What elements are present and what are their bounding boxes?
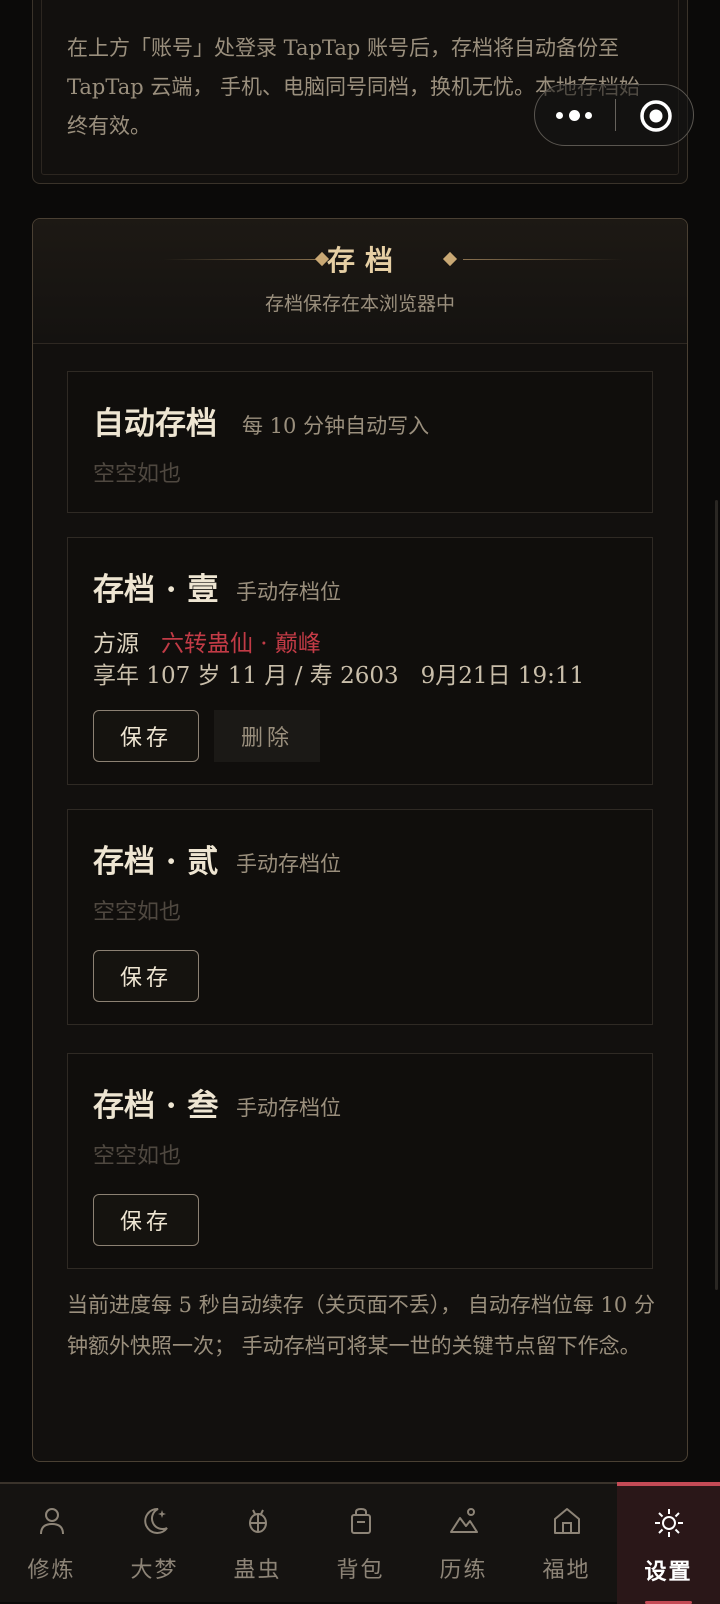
auto-save-slot: 自动存档 每 10 分钟自动写入 空空如也 — [67, 371, 653, 513]
save-panel-subtitle: 存档保存在本浏览器中 — [264, 293, 455, 315]
tab-label: 福地 — [542, 1558, 591, 1583]
slot-title: 存档 · 叁 — [93, 1088, 219, 1124]
mini-program-capsule — [534, 84, 694, 146]
mountain-icon — [450, 1508, 478, 1533]
bug-icon — [249, 1509, 267, 1533]
tab-label: 背包 — [336, 1558, 385, 1583]
save-timestamp: 9月21日 19:11 — [420, 663, 585, 689]
slot-note: 手动存档位 — [236, 1096, 341, 1120]
save-footer-note: 当前进度每 5 秒自动续存（关页面不丢）， 自动存档位每 10 分钟额外快照一次… — [67, 1293, 655, 1358]
scrollbar[interactable] — [715, 500, 718, 1290]
home-icon — [554, 1508, 580, 1534]
tab-label: 历练 — [439, 1558, 488, 1583]
tab-label: 修炼 — [27, 1558, 76, 1583]
save-slot-2: 存档 · 贰 手动存档位 空空如也 保存 — [67, 809, 653, 1025]
slot-title: 自动存档 — [93, 406, 217, 442]
slot-note: 手动存档位 — [236, 580, 341, 604]
tab-settings[interactable]: 设置 — [617, 1482, 720, 1604]
tab-training[interactable]: 历练 — [412, 1484, 515, 1602]
gear-icon — [655, 1509, 683, 1537]
capsule-divider — [615, 99, 616, 131]
save-button[interactable]: 保存 — [93, 710, 199, 762]
save-panel-header: 存档 存档保存在本浏览器中 — [33, 219, 687, 344]
bag-icon — [351, 1507, 371, 1534]
character-age: 享年 107 岁 11 月 / 寿 2603 — [93, 663, 399, 689]
save-slot-1: 存档 · 壹 手动存档位 方源 六转蛊仙 · 巅峰 享年 107 岁 11 月 /… — [67, 537, 653, 785]
slot-title: 存档 · 贰 — [93, 844, 219, 880]
bottom-tab-bar: 修炼 大梦 蛊虫 背包 历练 福地 设置 — [0, 1482, 720, 1604]
character-rank: 六转蛊仙 · 巅峰 — [161, 631, 321, 657]
tab-label: 蛊虫 — [233, 1558, 282, 1583]
character-age-line: 享年 107 岁 11 月 / 寿 2603 9月21日 19:11 — [93, 656, 584, 690]
tab-backpack[interactable]: 背包 — [309, 1484, 412, 1602]
tab-label: 大梦 — [130, 1558, 179, 1583]
save-button[interactable]: 保存 — [93, 1194, 199, 1246]
close-target-icon[interactable] — [639, 99, 673, 133]
character-name: 方源 — [93, 631, 139, 657]
moon-icon — [144, 1507, 168, 1534]
tab-dream[interactable]: 大梦 — [103, 1484, 206, 1602]
empty-slot-text: 空空如也 — [93, 900, 182, 925]
tab-blessed-land[interactable]: 福地 — [515, 1484, 618, 1602]
save-panel: 存档 存档保存在本浏览器中 自动存档 每 10 分钟自动写入 空空如也 存档 ·… — [32, 218, 688, 1462]
empty-slot-text: 空空如也 — [93, 1144, 182, 1169]
character-line: 方源 六转蛊仙 · 巅峰 — [93, 624, 321, 658]
tab-label: 设置 — [644, 1559, 693, 1585]
more-options-icon[interactable] — [553, 107, 613, 125]
save-button[interactable]: 保存 — [93, 950, 199, 1002]
save-slot-3: 存档 · 叁 手动存档位 空空如也 保存 — [67, 1053, 653, 1269]
delete-button[interactable]: 删除 — [214, 710, 320, 762]
header-ornament-line-right — [463, 259, 623, 260]
slot-title: 存档 · 壹 — [93, 572, 219, 608]
person-icon — [40, 1508, 64, 1535]
empty-slot-text: 空空如也 — [93, 462, 182, 487]
slot-note: 每 10 分钟自动写入 — [242, 414, 430, 438]
slot-note: 手动存档位 — [236, 852, 341, 876]
tab-cultivate[interactable]: 修炼 — [0, 1484, 103, 1602]
tab-gu-insects[interactable]: 蛊虫 — [206, 1484, 309, 1602]
